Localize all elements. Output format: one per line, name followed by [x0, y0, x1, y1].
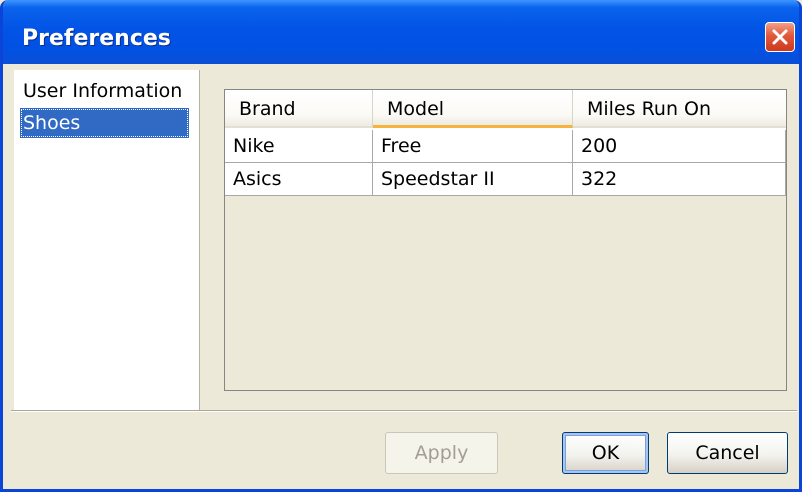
cell-brand[interactable]: Asics [225, 163, 373, 196]
cell-model[interactable]: Speedstar II [373, 163, 573, 196]
column-header-miles-run-on[interactable]: Miles Run On [573, 90, 786, 128]
sidebar-item-label: Shoes [23, 112, 81, 134]
title-bar[interactable]: Preferences [3, 0, 799, 64]
category-list: User Information Shoes [14, 70, 200, 410]
cell-model[interactable]: Free [373, 130, 573, 163]
close-icon [772, 29, 788, 45]
window-title: Preferences [22, 26, 171, 51]
shoes-panel: Brand Model Miles Run On Nike Free 200 A… [200, 70, 797, 410]
sidebar-item-user-information[interactable]: User Information [23, 76, 182, 106]
cell-miles-run-on[interactable]: 200 [573, 130, 786, 163]
close-button[interactable] [765, 22, 795, 52]
apply-button[interactable]: Apply [385, 432, 498, 474]
column-header-brand[interactable]: Brand [225, 90, 373, 128]
shoes-table: Brand Model Miles Run On Nike Free 200 A… [224, 89, 787, 391]
column-header-model[interactable]: Model [373, 90, 573, 128]
cancel-button[interactable]: Cancel [667, 432, 788, 474]
sidebar-item-label: User Information [23, 80, 183, 102]
table-row[interactable]: Nike Free 200 [225, 130, 786, 163]
cell-miles-run-on[interactable]: 322 [573, 163, 786, 196]
ok-button[interactable]: OK [562, 432, 649, 474]
cell-brand[interactable]: Nike [225, 130, 373, 163]
table-row[interactable]: Asics Speedstar II 322 [225, 163, 786, 196]
sidebar-item-shoes[interactable]: Shoes [20, 108, 189, 138]
table-header: Brand Model Miles Run On [225, 90, 786, 130]
footer-divider [11, 410, 797, 412]
preferences-dialog: Preferences User Information Shoes Brand… [0, 0, 802, 492]
